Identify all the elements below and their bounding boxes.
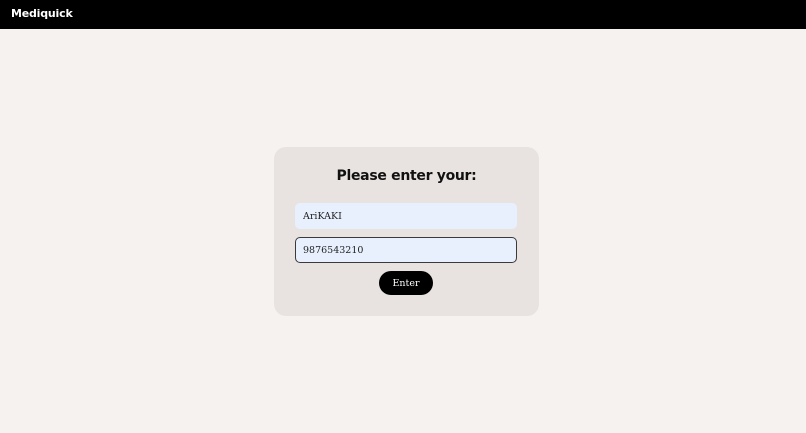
enter-button[interactable]: Enter — [379, 271, 433, 295]
login-card: Please enter your: Enter — [274, 147, 539, 316]
brand-logo-text[interactable]: Mediquick — [11, 7, 73, 20]
form-title: Please enter your: — [336, 168, 477, 184]
name-input[interactable] — [295, 203, 517, 229]
top-navbar: Mediquick — [0, 0, 806, 29]
phone-input[interactable] — [295, 237, 517, 263]
